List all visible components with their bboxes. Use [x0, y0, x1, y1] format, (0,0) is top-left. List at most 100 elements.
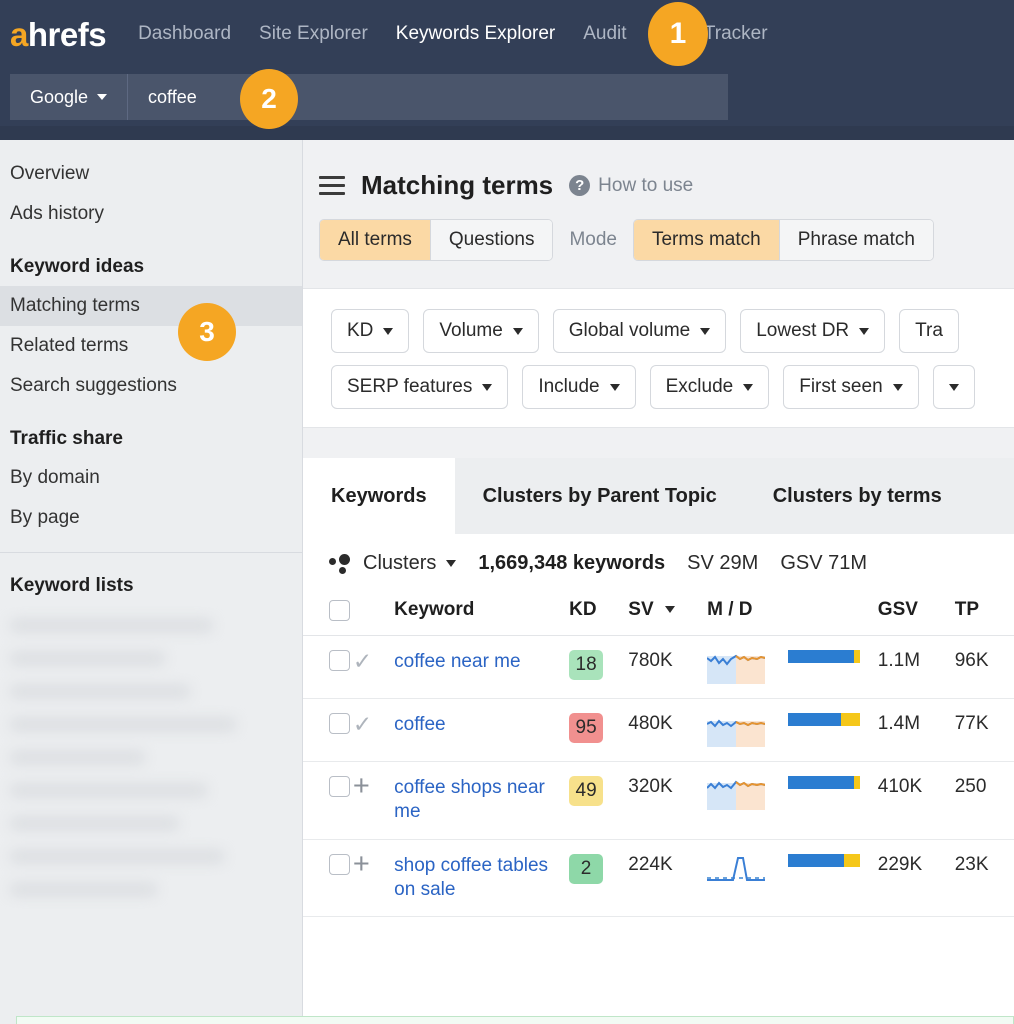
filter-more[interactable]	[932, 365, 975, 409]
keyword-link[interactable]: coffee shops near me	[394, 777, 545, 822]
filter-first-seen[interactable]: First seen	[783, 365, 919, 409]
filter-include[interactable]: Include	[522, 365, 636, 409]
filter-kd[interactable]: KD	[331, 309, 410, 353]
search-engine-selector[interactable]: Google	[10, 74, 129, 120]
th-md[interactable]: M / D	[707, 589, 789, 636]
table-row: ✓ coffee near me 18 780K 1.1M 96K	[303, 635, 1014, 699]
sidebar-item-overview[interactable]: Overview	[0, 154, 302, 194]
row-checkbox[interactable]	[329, 713, 350, 734]
clusters-icon	[329, 553, 353, 574]
tab-questions[interactable]: Questions	[429, 220, 553, 260]
row-mark-cell: ✓	[352, 698, 395, 762]
tab-clusters-by-parent-topic[interactable]: Clusters by Parent Topic	[455, 458, 745, 534]
row-tp-cell: 250	[954, 761, 1014, 840]
sparkline-chart	[707, 719, 766, 747]
row-kd-cell: 49	[569, 761, 629, 840]
callout-badge-2: 2	[240, 69, 298, 129]
tab-all-terms[interactable]: All terms	[320, 220, 430, 260]
keyword-link[interactable]: shop coffee tables on sale	[394, 855, 548, 900]
check-icon[interactable]: ✓	[353, 648, 372, 674]
sidebar: Overview Ads history Keyword ideas Match…	[0, 140, 303, 1024]
filter-volume[interactable]: Volume	[423, 309, 539, 353]
plus-icon[interactable]: +	[353, 848, 370, 880]
row-md-bar-cell	[788, 635, 878, 699]
tab-terms-match[interactable]: Terms match	[633, 220, 779, 260]
filters-panel: KD Volume Global volume Lowest DR Tra SE…	[303, 288, 1014, 428]
th-tp[interactable]: TP	[954, 589, 1014, 636]
th-select-all	[303, 589, 353, 636]
keyword-count: 1,669,348 keywords	[478, 552, 666, 574]
filter-global-volume[interactable]: Global volume	[552, 309, 727, 353]
table-row: + coffee shops near me 49 320K 410K 250	[303, 761, 1014, 840]
mode-label: Mode	[569, 229, 617, 250]
hamburger-icon[interactable]	[319, 176, 345, 195]
keyword-link[interactable]: coffee near me	[394, 651, 520, 672]
clusters-label: Clusters	[363, 552, 437, 574]
header-divider	[0, 126, 1014, 140]
row-checkbox[interactable]	[329, 650, 350, 671]
filter-lowest-dr-label: Lowest DR	[756, 320, 850, 341]
check-icon[interactable]: ✓	[353, 711, 372, 737]
sidebar-item-search-suggestions[interactable]: Search suggestions	[0, 366, 302, 406]
bottom-notification-bar	[16, 1016, 1014, 1024]
th-sv[interactable]: SV	[628, 589, 708, 636]
tab-phrase-match[interactable]: Phrase match	[778, 220, 933, 260]
sidebar-item-by-domain[interactable]: By domain	[0, 458, 302, 498]
row-sv-cell: 224K	[628, 839, 708, 918]
keyword-link[interactable]: coffee	[394, 714, 445, 735]
sidebar-item-ads-history[interactable]: Ads history	[0, 194, 302, 234]
ahrefs-logo[interactable]: ahrefs	[10, 18, 107, 51]
filters-row-2: SERP features Include Exclude First seen	[303, 353, 1014, 409]
main-content: Matching terms ? How to use All terms Qu…	[303, 140, 1014, 1024]
select-all-checkbox[interactable]	[329, 599, 350, 621]
row-gsv-cell: 1.4M	[877, 698, 955, 762]
row-checkbox[interactable]	[329, 776, 350, 797]
gsv-value: 229K	[877, 853, 923, 875]
th-keyword[interactable]: Keyword	[394, 589, 570, 636]
row-md-bar-cell	[788, 839, 878, 918]
row-md-bar-cell	[788, 761, 878, 840]
row-kd-cell: 18	[569, 635, 629, 699]
nav-link-keywords-explorer[interactable]: Keywords Explorer	[396, 23, 555, 45]
th-gsv[interactable]: GSV	[877, 589, 955, 636]
sidebar-heading-traffic-share: Traffic share	[10, 428, 123, 449]
results-summary: Clusters 1,669,348 keywords SV 29M GSV 7…	[303, 534, 1014, 575]
row-sv-cell: 480K	[628, 698, 708, 762]
row-mark-cell: ✓	[352, 635, 395, 699]
filter-serp-features-label: SERP features	[347, 376, 473, 397]
plus-icon[interactable]: +	[353, 770, 370, 802]
nav-link-audit[interactable]: Audit	[583, 23, 626, 45]
chevron-down-icon	[383, 327, 394, 335]
sidebar-item-by-page[interactable]: By page	[0, 498, 302, 538]
nav-link-dashboard[interactable]: Dashboard	[138, 23, 231, 45]
sidebar-item-related-terms[interactable]: Related terms	[0, 326, 302, 366]
keyword-search-input[interactable]: coffee	[128, 74, 728, 120]
filter-traffic[interactable]: Tra	[899, 309, 959, 353]
filter-exclude[interactable]: Exclude	[649, 365, 770, 409]
sparkline-chart	[707, 856, 766, 881]
sv-value: 480K	[628, 713, 673, 734]
filter-serp-features[interactable]: SERP features	[331, 365, 509, 409]
md-bar	[788, 650, 861, 663]
how-to-use-link[interactable]: ? How to use	[569, 175, 693, 197]
nav-link-site-explorer[interactable]: Site Explorer	[259, 23, 368, 45]
top-navigation-bar: ahrefs Dashboard Site Explorer Keywords …	[0, 0, 1014, 68]
keyword-lists-blurred-content	[10, 619, 292, 896]
tab-clusters-by-terms[interactable]: Clusters by terms	[745, 458, 970, 534]
sidebar-item-matching-terms[interactable]: Matching terms	[0, 286, 302, 326]
th-kd[interactable]: KD	[569, 589, 629, 636]
row-mark-cell: +	[352, 761, 395, 840]
row-select-cell	[303, 635, 353, 699]
tab-keywords[interactable]: Keywords	[303, 458, 455, 534]
clusters-dropdown[interactable]: Clusters	[329, 552, 457, 575]
row-keyword-cell: coffee near me	[394, 635, 570, 699]
filter-lowest-dr[interactable]: Lowest DR	[740, 309, 886, 353]
row-checkbox[interactable]	[329, 853, 350, 875]
filter-include-label: Include	[538, 376, 600, 397]
chevron-down-icon	[446, 560, 457, 567]
row-gsv-cell: 1.1M	[877, 635, 955, 699]
md-bar	[788, 853, 861, 867]
row-select-cell	[303, 698, 353, 762]
keyword-search-value: coffee	[148, 86, 197, 107]
row-sv-cell: 320K	[628, 761, 708, 840]
